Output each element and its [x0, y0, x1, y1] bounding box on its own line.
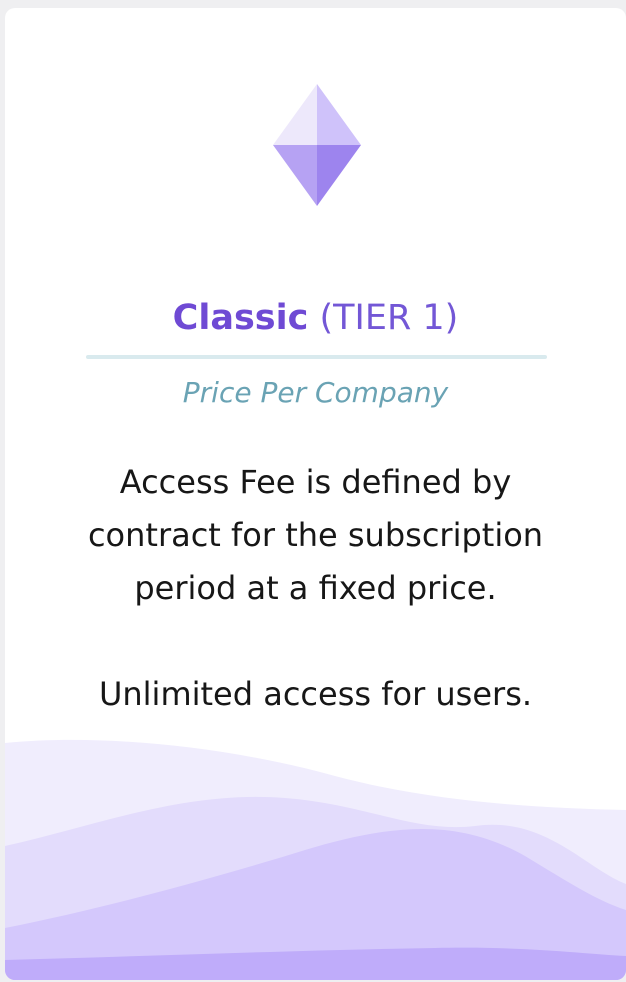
- description-spacer: [5, 615, 626, 668]
- description-line: period at a fixed price.: [134, 569, 497, 607]
- pricing-card: Classic (TIER 1) Price Per Company Acces…: [5, 8, 626, 980]
- description-line: contract for the subscription: [87, 516, 544, 554]
- description-line: Access Fee is defined by: [119, 463, 512, 501]
- plan-description: Access Fee is defined by contract for th…: [5, 456, 626, 721]
- plan-name: Classic: [172, 298, 309, 338]
- diamond-gem-icon: [273, 84, 361, 206]
- price-basis: Price Per Company: [182, 376, 449, 409]
- unlimited-access-line: Unlimited access for users.: [98, 675, 533, 713]
- plan-title: Classic (TIER 1): [5, 296, 626, 340]
- decorative-waves: [5, 739, 626, 980]
- title-divider: [86, 355, 547, 359]
- plan-tier: (TIER 1): [319, 298, 459, 338]
